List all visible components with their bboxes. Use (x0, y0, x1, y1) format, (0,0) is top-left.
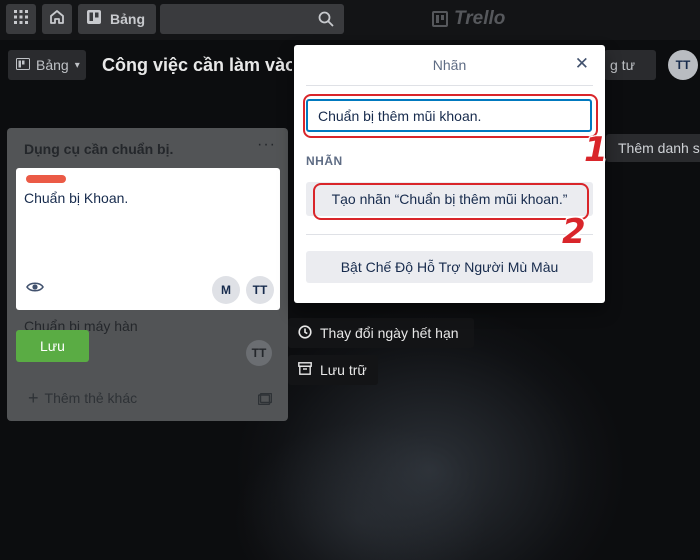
archive-label: Lưu trữ (320, 362, 367, 378)
add-list-label: Thêm danh s (618, 140, 700, 156)
trello-logo-icon (432, 11, 448, 27)
popover-divider (306, 234, 593, 235)
trello-logo[interactable]: Trello (432, 8, 505, 30)
member-avatar[interactable]: TT (668, 50, 698, 80)
visibility-label: g tư (610, 57, 635, 73)
labels-popover: Nhãn ✕ NHÃN Tạo nhãn “Chuẩn bị thêm mũi … (294, 45, 605, 303)
add-card-label: Thêm thẻ khác (44, 390, 138, 406)
card-member-avatar[interactable]: TT (246, 276, 274, 304)
card-member-avatar[interactable]: TT (246, 340, 272, 366)
search-input[interactable] (160, 4, 344, 34)
labels-section-heading: NHÃN (306, 154, 343, 168)
list-title[interactable]: Dụng cụ cần chuẩn bị. (24, 141, 173, 157)
top-bar: Bảng Trello (0, 0, 700, 40)
trello-logo-text: Trello (454, 8, 506, 29)
popover-title: Nhãn (432, 57, 467, 73)
add-list-button[interactable]: Thêm danh s (606, 134, 700, 162)
boards-label: Bảng (110, 11, 145, 27)
boards-button[interactable]: Bảng (78, 4, 156, 34)
change-due-date-label: Thay đổi ngày hết hạn (320, 325, 459, 341)
plus-icon: + (28, 388, 39, 408)
home-button[interactable] (42, 4, 72, 34)
card-member-avatar[interactable]: M (212, 276, 240, 304)
popover-divider (306, 85, 593, 86)
annotation-step-2: 2 (562, 212, 586, 252)
save-button[interactable]: Lưu (16, 330, 89, 362)
visibility-button[interactable]: g tư (604, 50, 656, 80)
board-view-label: Bảng (36, 57, 69, 73)
board-view-icon (16, 57, 30, 73)
clock-icon (298, 324, 312, 342)
chevron-down-icon: ▾ (74, 59, 80, 71)
annotation-highlight-create (313, 183, 589, 220)
archive-icon (298, 362, 312, 378)
apps-grid-icon (14, 9, 28, 29)
apps-button[interactable] (6, 4, 36, 34)
annotation-highlight-input (303, 94, 598, 138)
colorblind-mode-button[interactable]: Bật Chế Độ Hỗ Trợ Người Mù Màu (306, 251, 593, 283)
board-title[interactable]: Công việc cần làm vào (102, 55, 292, 76)
annotation-step-1: 1 (584, 130, 608, 170)
change-due-date-button[interactable]: Thay đổi ngày hết hạn (288, 318, 474, 348)
archive-button[interactable]: Lưu trữ (288, 355, 378, 385)
board-icon (86, 9, 102, 30)
board-view-switcher[interactable]: Bảng ▾ (8, 50, 86, 80)
card-title-input[interactable]: Chuẩn bị Khoan. (24, 190, 128, 206)
home-icon (49, 9, 65, 30)
close-icon[interactable]: ✕ (575, 55, 589, 72)
card-template-icon[interactable] (257, 392, 273, 410)
list-menu-icon[interactable]: ··· (257, 136, 276, 154)
watch-eye-icon (26, 280, 44, 299)
add-card-button[interactable]: + Thêm thẻ khác (28, 388, 138, 408)
card-editor[interactable]: Chuẩn bị Khoan. M TT (16, 168, 280, 310)
card-label[interactable] (26, 175, 66, 183)
search-icon (318, 11, 334, 32)
